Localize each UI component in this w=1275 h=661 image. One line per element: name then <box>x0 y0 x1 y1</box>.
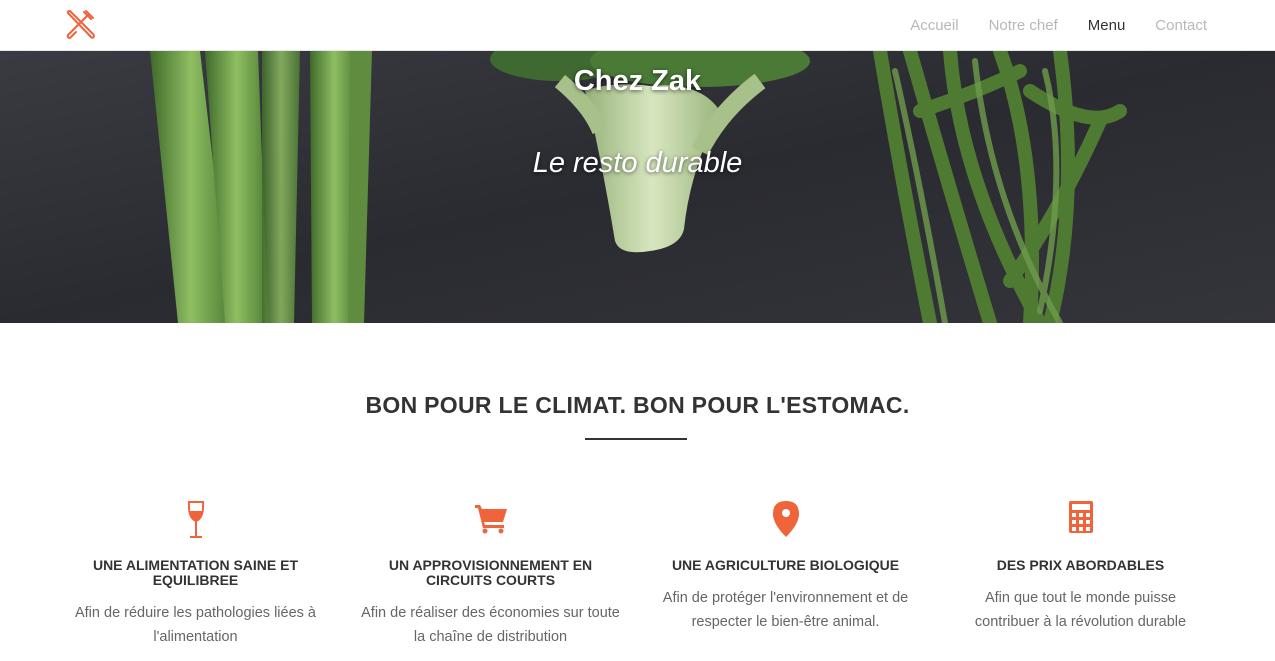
feature-heading: UNE AGRICULTURE BIOLOGIQUE <box>671 557 900 573</box>
logo-link[interactable] <box>64 9 96 41</box>
hero-title: Chez Zak <box>573 65 702 97</box>
navbar: Accueil Notre chef Menu Contact <box>0 0 1275 51</box>
wine-glass-icon <box>187 501 204 538</box>
hero-banner: Chez Zak Le resto durable <box>0 51 1275 323</box>
feature-heading: UNE ALIMENTATION SAINE ET EQUILIBREE <box>92 557 299 588</box>
feature-card: UN APPROVISIONNEMENT EN CIRCUITS COURTS … <box>343 500 638 649</box>
main-nav: Accueil Notre chef Menu Contact <box>910 0 1207 51</box>
feature-text: Afin de réduire les pathologies liées à … <box>74 605 316 645</box>
nav-link-menu[interactable]: Menu <box>1088 17 1126 34</box>
section-divider <box>585 438 687 440</box>
nav-link-contact[interactable]: Contact <box>1155 17 1207 34</box>
nav-link-notre-chef[interactable]: Notre chef <box>989 17 1058 34</box>
fork-knife-icon <box>66 10 95 39</box>
feature-card: UNE AGRICULTURE BIOLOGIQUE Afin de proté… <box>638 500 933 649</box>
shopping-cart-icon <box>474 505 507 534</box>
feature-heading: UN APPROVISIONNEMENT EN CIRCUITS COURTS <box>388 557 593 588</box>
section-title: BON POUR LE CLIMAT. BON POUR L'ESTOMAC. <box>365 392 910 418</box>
calculator-icon <box>1068 501 1093 533</box>
features-row: UNE ALIMENTATION SAINE ET EQUILIBREE Afi… <box>48 500 1228 649</box>
feature-heading: DES PRIX ABORDABLES <box>996 557 1165 573</box>
feature-card: DES PRIX ABORDABLES Afin que tout le mon… <box>933 500 1228 649</box>
hero-tagline: Le resto durable <box>532 147 743 179</box>
map-pin-icon <box>772 501 799 537</box>
feature-text: Afin que tout le monde puisse contribuer… <box>974 590 1187 630</box>
feature-text: Afin de protéger l'environnement et de r… <box>662 590 909 630</box>
feature-text: Afin de réaliser des économies sur toute… <box>361 605 620 645</box>
feature-card: UNE ALIMENTATION SAINE ET EQUILIBREE Afi… <box>48 500 343 649</box>
nav-link-accueil[interactable]: Accueil <box>910 17 958 34</box>
